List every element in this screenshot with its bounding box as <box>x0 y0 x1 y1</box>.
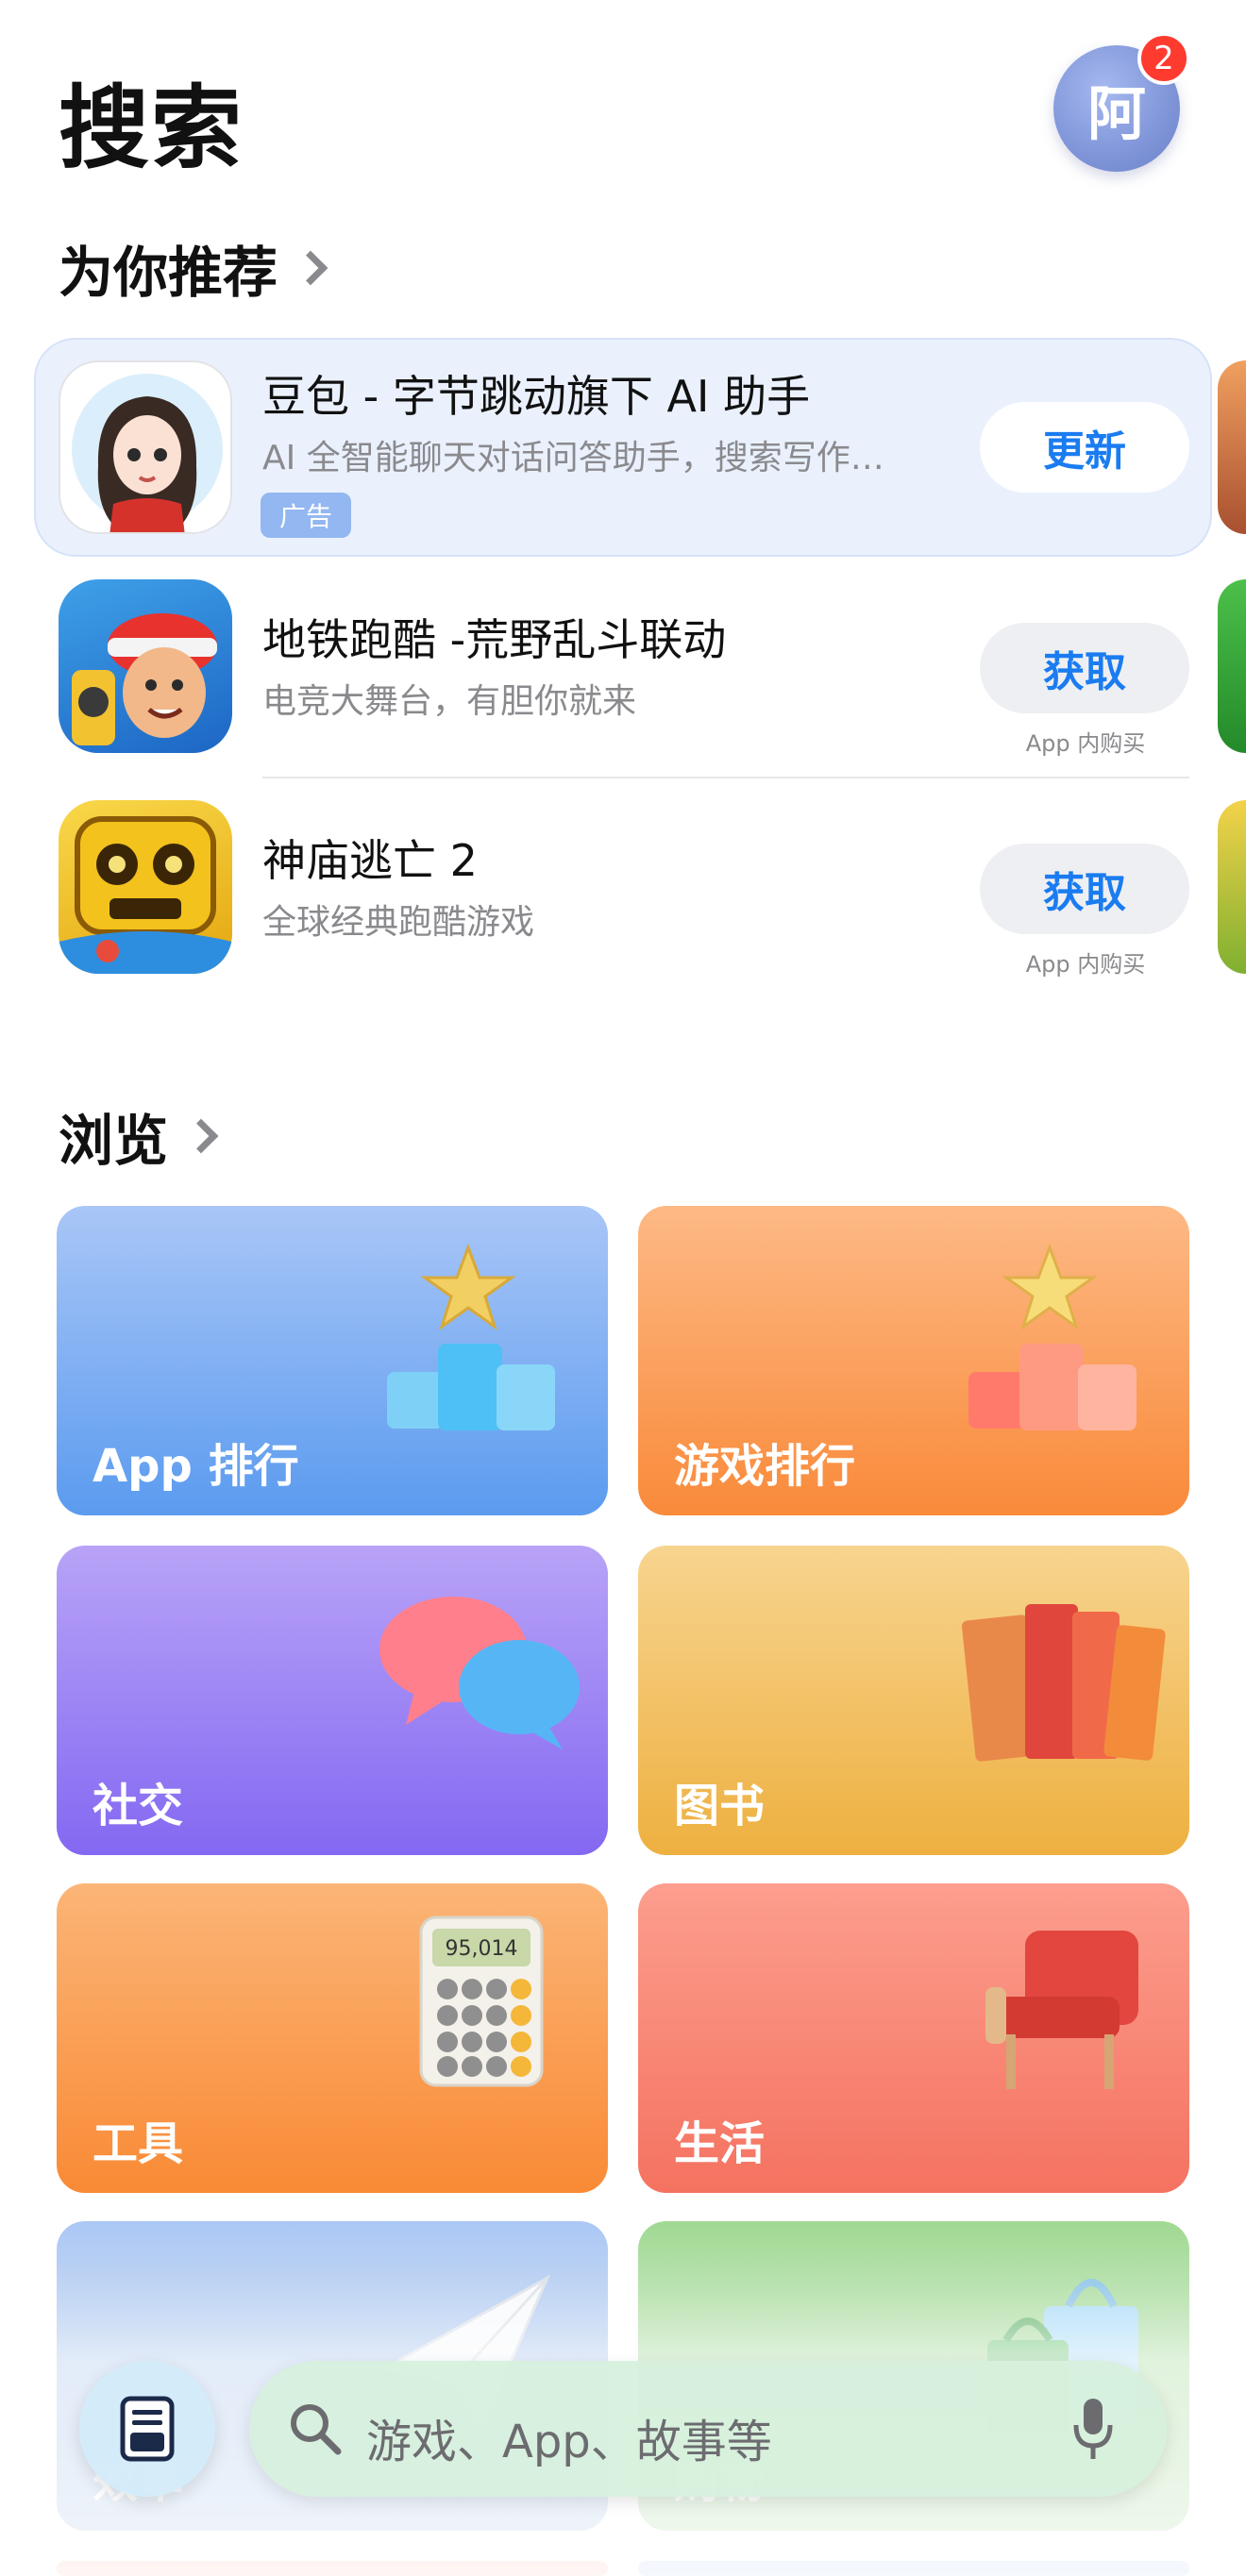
search-icon <box>291 2404 342 2455</box>
search-input[interactable]: 游戏、App、故事等 <box>366 2404 772 2470</box>
tile-label: 生活 <box>674 2117 766 2170</box>
in-app-purchase-note: App 内购买 <box>1025 951 1146 978</box>
get-button[interactable]: 获取 <box>980 623 1189 713</box>
browse-tile-app-ranking[interactable]: App 排行 <box>57 1206 608 1515</box>
search-bar[interactable]: 游戏、App、故事等 <box>249 2361 1167 2497</box>
get-button[interactable]: 获取 <box>980 844 1189 934</box>
recommend-header[interactable]: 为你推荐 <box>59 228 328 308</box>
tile-label: 游戏排行 <box>674 1440 856 1493</box>
app-name[interactable]: 神庙逃亡 2 <box>262 827 478 889</box>
library-icon <box>120 2396 175 2462</box>
app-subtitle: 电竞大舞台，有胆你就来 <box>262 682 637 721</box>
app-name[interactable]: 豆包 - 字节跳动旗下 AI 助手 <box>262 362 810 425</box>
next-app-icon-peek[interactable] <box>1218 360 1246 534</box>
temple-run-app-icon[interactable] <box>59 800 232 974</box>
svg-text:95,014: 95,014 <box>446 1937 518 1961</box>
browse-header[interactable]: 浏览 <box>59 1096 219 1176</box>
browse-tile-books[interactable]: 图书 <box>638 1546 1189 1855</box>
recommend-title: 为你推荐 <box>59 241 278 305</box>
browse-title: 浏览 <box>59 1109 169 1173</box>
browse-tile-tools[interactable]: 95,014 工具 <box>57 1883 608 2193</box>
browse-tile-game-ranking[interactable]: 游戏排行 <box>638 1206 1189 1515</box>
next-app-icon-peek[interactable] <box>1218 800 1246 974</box>
browse-tile-life[interactable]: 生活 <box>638 1883 1189 2193</box>
app-subtitle: 全球经典跑酷游戏 <box>262 903 535 942</box>
app-name[interactable]: 地铁跑酷 -荒野乱斗联动 <box>262 606 726 668</box>
library-button[interactable] <box>79 2361 215 2497</box>
microphone-icon[interactable] <box>1072 2397 1114 2461</box>
row-divider <box>262 777 1189 778</box>
chevron-right-icon <box>183 1118 219 1154</box>
subway-surfers-app-icon[interactable] <box>59 579 232 753</box>
page-title: 搜索 <box>59 75 244 181</box>
app-subtitle: AI 全智能聊天对话问答助手，搜索写作… <box>262 439 884 477</box>
doubao-app-icon[interactable] <box>59 360 232 534</box>
update-button[interactable]: 更新 <box>980 402 1189 493</box>
tile-label: 工具 <box>93 2117 184 2170</box>
tile-label: 图书 <box>674 1780 766 1832</box>
tile-label: 社交 <box>93 1780 184 1832</box>
notification-badge: 2 <box>1137 32 1190 85</box>
chevron-right-icon <box>293 250 328 286</box>
tile-label: App 排行 <box>93 1440 299 1493</box>
browse-tile-social[interactable]: 社交 <box>57 1546 608 1855</box>
next-app-icon-peek[interactable] <box>1218 579 1246 753</box>
ad-badge: 广告 <box>261 493 351 538</box>
in-app-purchase-note: App 内购买 <box>1025 730 1146 757</box>
